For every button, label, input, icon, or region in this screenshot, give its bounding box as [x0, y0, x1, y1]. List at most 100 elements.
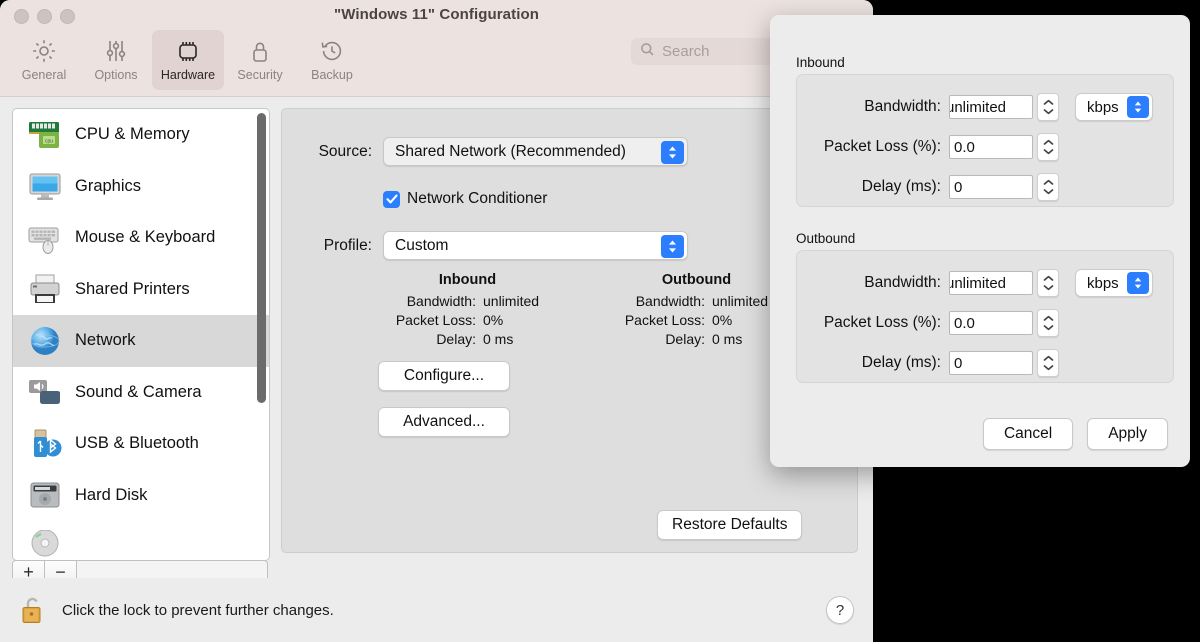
inbound-delay-row: Delay (ms): 0 — [801, 173, 1059, 201]
summary-key: Packet Loss: — [601, 312, 712, 328]
outbound-bandwidth-stepper[interactable] — [1037, 269, 1059, 297]
sidebar-item-hard-disk[interactable]: Hard Disk — [13, 470, 269, 522]
outbound-bandwidth-value: unlimited — [949, 275, 1006, 292]
summary-value: 0 ms — [712, 331, 742, 347]
summary-row: Bandwidth: unlimited — [372, 293, 563, 309]
inbound-bandwidth-stepper[interactable] — [1037, 93, 1059, 121]
summary-value: 0% — [712, 312, 732, 328]
outbound-packet-loss-row: Packet Loss (%): 0.0 — [801, 309, 1059, 337]
summary-column-outbound: Outbound Bandwidth: unlimited Packet Los… — [601, 272, 792, 350]
summary-row: Packet Loss: 0% — [372, 312, 563, 328]
network-conditioner-checkbox[interactable] — [383, 191, 400, 208]
restore-defaults-button[interactable]: Restore Defaults — [657, 510, 802, 540]
outbound-title: Outbound — [796, 231, 1174, 246]
summary-value: unlimited — [483, 293, 539, 309]
outbound-bandwidth-unit-dropdown[interactable]: kbps — [1075, 269, 1153, 297]
summary-value: 0 ms — [483, 331, 513, 347]
device-list: cpu CPU & Memory — [12, 108, 270, 561]
inbound-packet-loss-input[interactable]: 0.0 — [949, 135, 1033, 159]
sidebar-item-network[interactable]: Network — [13, 315, 269, 367]
inbound-packet-loss-value: 0.0 — [954, 139, 975, 156]
outbound-delay-input[interactable]: 0 — [949, 351, 1033, 375]
network-conditioner-dialog: Inbound Bandwidth: unlimited kbps — [770, 15, 1190, 467]
outbound-delay-label: Delay (ms): — [801, 354, 949, 372]
summary-row: Delay: 0 ms — [372, 331, 563, 347]
sound-camera-icon — [25, 372, 65, 412]
outbound-group: Outbound Bandwidth: unlimited kbps — [796, 231, 1174, 383]
device-list-items: cpu CPU & Memory — [13, 109, 269, 560]
source-dropdown[interactable]: Shared Network (Recommended) — [383, 137, 688, 166]
tab-options[interactable]: Options — [80, 30, 152, 90]
tab-backup[interactable]: Backup — [296, 30, 368, 90]
outbound-bandwidth-input[interactable]: unlimited — [949, 271, 1033, 295]
help-button[interactable]: ? — [826, 596, 854, 624]
inbound-bandwidth-unit-dropdown[interactable]: kbps — [1075, 93, 1153, 121]
sidebar-item-label: Hard Disk — [75, 486, 147, 505]
sidebar-item-graphics[interactable]: Graphics — [13, 161, 269, 213]
configure-button[interactable]: Configure... — [378, 361, 510, 391]
inbound-delay-stepper[interactable] — [1037, 173, 1059, 201]
window-body: cpu CPU & Memory — [0, 97, 873, 578]
dialog-actions: Cancel Apply — [983, 418, 1168, 450]
outbound-packet-loss-stepper[interactable] — [1037, 309, 1059, 337]
unlocked-padlock-icon[interactable] — [16, 594, 50, 626]
keyboard-mouse-icon — [25, 218, 65, 258]
inbound-delay-input[interactable]: 0 — [949, 175, 1033, 199]
tab-backup-label: Backup — [311, 68, 353, 82]
printer-icon — [25, 269, 65, 309]
inbound-bandwidth-unit-value: kbps — [1087, 99, 1119, 116]
cpu-memory-icon: cpu — [25, 115, 65, 155]
profile-dropdown[interactable]: Custom — [383, 231, 688, 260]
search-icon — [640, 42, 655, 62]
tab-hardware[interactable]: Hardware — [152, 30, 224, 90]
summary-heading: Inbound — [372, 272, 563, 288]
outbound-delay-stepper[interactable] — [1037, 349, 1059, 377]
outbound-bandwidth-row: Bandwidth: unlimited kbps — [801, 269, 1153, 297]
apply-button[interactable]: Apply — [1087, 418, 1168, 450]
tab-hardware-label: Hardware — [161, 68, 215, 82]
tab-general[interactable]: General — [8, 30, 80, 90]
inbound-bandwidth-input[interactable]: unlimited — [949, 95, 1033, 119]
inbound-bandwidth-label: Bandwidth: — [801, 98, 949, 116]
sidebar-item-sound-camera[interactable]: Sound & Camera — [13, 367, 269, 419]
sidebar-item-label: USB & Bluetooth — [75, 434, 199, 453]
screen: "Windows 11" Configuration General — [0, 0, 1200, 642]
sidebar-item-partial[interactable] — [13, 521, 269, 561]
svg-text:cpu: cpu — [45, 138, 53, 144]
inbound-group: Inbound Bandwidth: unlimited kbps — [796, 55, 1174, 207]
sidebar-item-cpu-memory[interactable]: cpu CPU & Memory — [13, 109, 269, 161]
conditioner-summary: Inbound Bandwidth: unlimited Packet Loss… — [372, 272, 792, 350]
network-conditioner-row[interactable]: Network Conditioner — [383, 190, 547, 208]
sidebar-item-usb-bluetooth[interactable]: USB & Bluetooth — [13, 418, 269, 470]
inbound-delay-value: 0 — [954, 179, 962, 196]
inbound-packet-loss-row: Packet Loss (%): 0.0 — [801, 133, 1059, 161]
sidebar-item-shared-printers[interactable]: Shared Printers — [13, 264, 269, 316]
tab-options-label: Options — [94, 68, 137, 82]
inbound-packet-loss-label: Packet Loss (%): — [801, 138, 949, 156]
outbound-packet-loss-input[interactable]: 0.0 — [949, 311, 1033, 335]
sidebar-item-label: Mouse & Keyboard — [75, 228, 215, 247]
usb-bluetooth-icon — [25, 424, 65, 464]
tab-security-label: Security — [237, 68, 282, 82]
toolbar: General Options — [8, 30, 368, 90]
inbound-title: Inbound — [796, 55, 1174, 70]
sliders-icon — [102, 35, 130, 67]
cancel-button[interactable]: Cancel — [983, 418, 1073, 450]
inbound-bandwidth-row: Bandwidth: unlimited kbps — [801, 93, 1153, 121]
sidebar-item-mouse-keyboard[interactable]: Mouse & Keyboard — [13, 212, 269, 264]
sidebar-item-label: Graphics — [75, 177, 141, 196]
advanced-button[interactable]: Advanced... — [378, 407, 510, 437]
profile-label: Profile: — [282, 237, 372, 255]
search-placeholder: Search — [662, 43, 710, 60]
configuration-window: "Windows 11" Configuration General — [0, 0, 873, 642]
cd-dvd-icon — [25, 527, 65, 561]
gear-icon — [30, 35, 58, 67]
clock-back-icon — [318, 35, 346, 67]
summary-key: Delay: — [372, 331, 483, 347]
inbound-packet-loss-stepper[interactable] — [1037, 133, 1059, 161]
summary-key: Bandwidth: — [601, 293, 712, 309]
sidebar-item-label: Sound & Camera — [75, 383, 202, 402]
tab-security[interactable]: Security — [224, 30, 296, 90]
lock-bar: Click the lock to prevent further change… — [0, 578, 873, 642]
sidebar-scrollbar[interactable] — [257, 113, 266, 403]
